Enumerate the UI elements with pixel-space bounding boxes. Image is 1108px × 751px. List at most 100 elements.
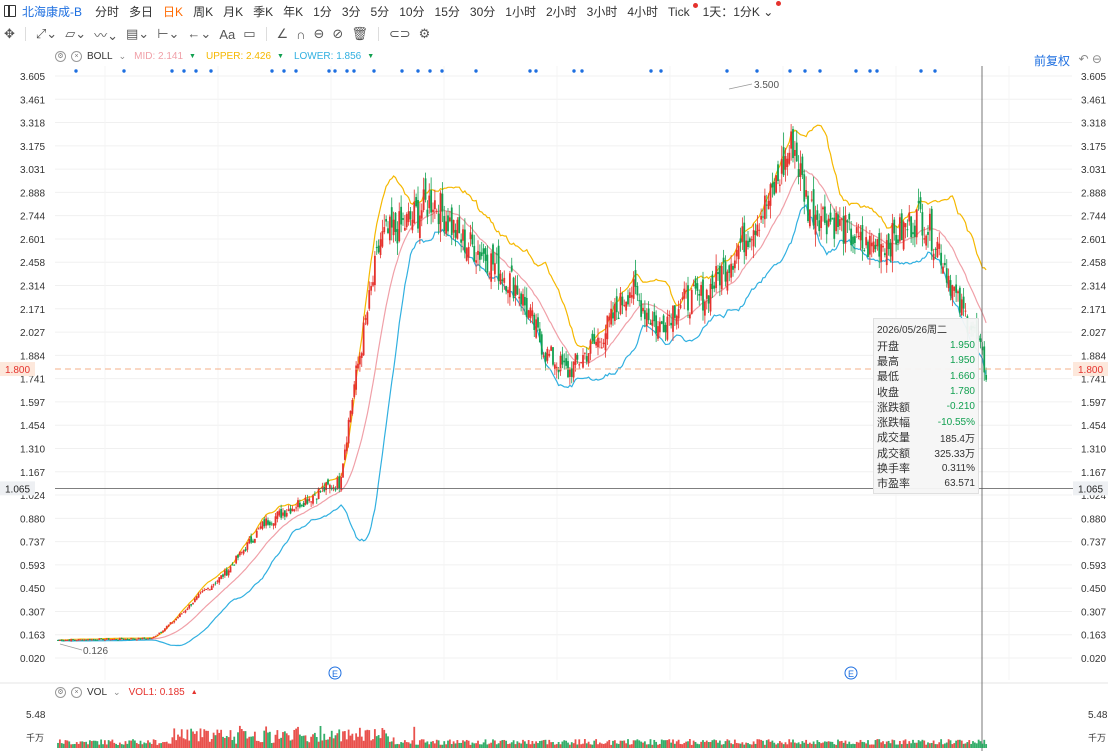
tooltip-value: 63.571 xyxy=(944,477,975,489)
volume-bar xyxy=(784,742,787,748)
volume-bar xyxy=(253,731,256,748)
volume-bar xyxy=(943,743,946,748)
volume-bar xyxy=(938,742,941,748)
y-tick-label: 2.744 xyxy=(1081,212,1106,223)
volume-bar xyxy=(675,741,678,748)
tooltip-date: 2026/05/26周二 xyxy=(877,325,948,336)
candle-body xyxy=(418,215,421,238)
candle-body xyxy=(469,232,472,240)
volume-bar xyxy=(242,731,245,748)
candle-body xyxy=(398,211,401,242)
candle-body xyxy=(375,247,378,249)
volume-bar xyxy=(68,741,71,748)
candle-body xyxy=(332,487,335,489)
candle-body xyxy=(113,638,116,640)
candle-body xyxy=(229,566,232,573)
volume-bar xyxy=(287,735,290,748)
candle-body xyxy=(267,520,269,525)
candle-body xyxy=(930,208,933,251)
volume-bar xyxy=(619,740,622,748)
volume-bar xyxy=(426,741,429,748)
volume-bar xyxy=(913,742,916,748)
volume-bar xyxy=(274,734,277,748)
volume-bar xyxy=(615,743,618,748)
volume-bar xyxy=(227,737,230,748)
volume-bar xyxy=(336,733,339,748)
tooltip-row: 收盘 1.780 xyxy=(877,384,975,399)
volume-bar xyxy=(454,743,457,748)
candle-body xyxy=(336,478,339,489)
candle-body xyxy=(850,228,853,246)
volume-bar xyxy=(102,744,104,748)
candle-body xyxy=(188,604,191,609)
volume-bar xyxy=(383,729,386,748)
volume-bar xyxy=(934,744,937,748)
volume-bar xyxy=(642,742,644,748)
volume-bar xyxy=(87,744,89,748)
candle-body xyxy=(702,279,704,311)
volume-bar xyxy=(197,741,200,748)
volume-bar xyxy=(265,726,268,748)
volume-bar xyxy=(392,737,395,748)
candle-body xyxy=(139,638,142,640)
candle-body xyxy=(904,223,907,228)
candle-body xyxy=(297,500,299,508)
candle-body xyxy=(527,310,530,318)
crosshair-price-label: 1.065 xyxy=(1078,484,1103,495)
tooltip-row: 换手率 0.311% xyxy=(877,460,975,476)
candle-body xyxy=(293,509,296,511)
volume-bar xyxy=(808,742,811,748)
volume-bar xyxy=(222,736,224,748)
candle-body xyxy=(670,322,673,326)
candle-body xyxy=(867,241,869,258)
volume-bar xyxy=(432,741,434,748)
volume-bar xyxy=(885,741,888,748)
candle-body xyxy=(705,289,708,299)
candle-body xyxy=(493,263,496,275)
volume-bar xyxy=(917,740,920,748)
volume-bar xyxy=(377,735,380,748)
volume-bar xyxy=(133,740,136,748)
tooltip-row: 涨跌幅 -10.55% xyxy=(877,414,975,430)
event-dot xyxy=(440,69,444,73)
volume-bar xyxy=(945,742,948,748)
candle-body xyxy=(758,229,761,231)
volume-bar xyxy=(178,736,181,748)
candle-body xyxy=(150,638,153,640)
volume-bar xyxy=(741,742,744,748)
candle-body xyxy=(178,613,181,618)
volume-bar xyxy=(349,735,352,748)
volume-bar xyxy=(400,742,403,748)
volume-bar xyxy=(797,742,800,748)
candle-body xyxy=(799,163,802,177)
volume-bar xyxy=(300,736,303,748)
event-dot xyxy=(868,69,872,73)
volume-bar xyxy=(184,739,187,748)
volume-bar xyxy=(670,742,673,748)
candle-body xyxy=(158,632,161,635)
candle-body xyxy=(578,364,581,366)
candle-body xyxy=(537,317,539,328)
volume-bar xyxy=(433,743,436,748)
volume-bar xyxy=(850,744,853,748)
y-tick-label: 2.314 xyxy=(20,282,45,293)
candle-body xyxy=(193,598,196,602)
candle-body xyxy=(137,637,140,640)
volume-bar xyxy=(912,739,914,748)
y-tick-label: 3.031 xyxy=(20,165,45,176)
volume-bar xyxy=(259,742,262,748)
candle-body xyxy=(688,314,691,319)
volume-bar xyxy=(205,730,208,748)
candle-body xyxy=(651,319,654,326)
volume-bar xyxy=(638,740,641,748)
candle-body xyxy=(898,217,901,242)
volume-bar xyxy=(143,742,146,748)
volume-bar xyxy=(188,740,191,748)
candle-body xyxy=(94,639,97,641)
volume-bar xyxy=(156,744,159,748)
candle-body xyxy=(696,283,699,291)
volume-bar xyxy=(975,743,978,748)
volume-bar xyxy=(915,742,918,748)
volume-bar xyxy=(370,740,373,748)
y-tick-label: 1.741 xyxy=(20,375,45,386)
